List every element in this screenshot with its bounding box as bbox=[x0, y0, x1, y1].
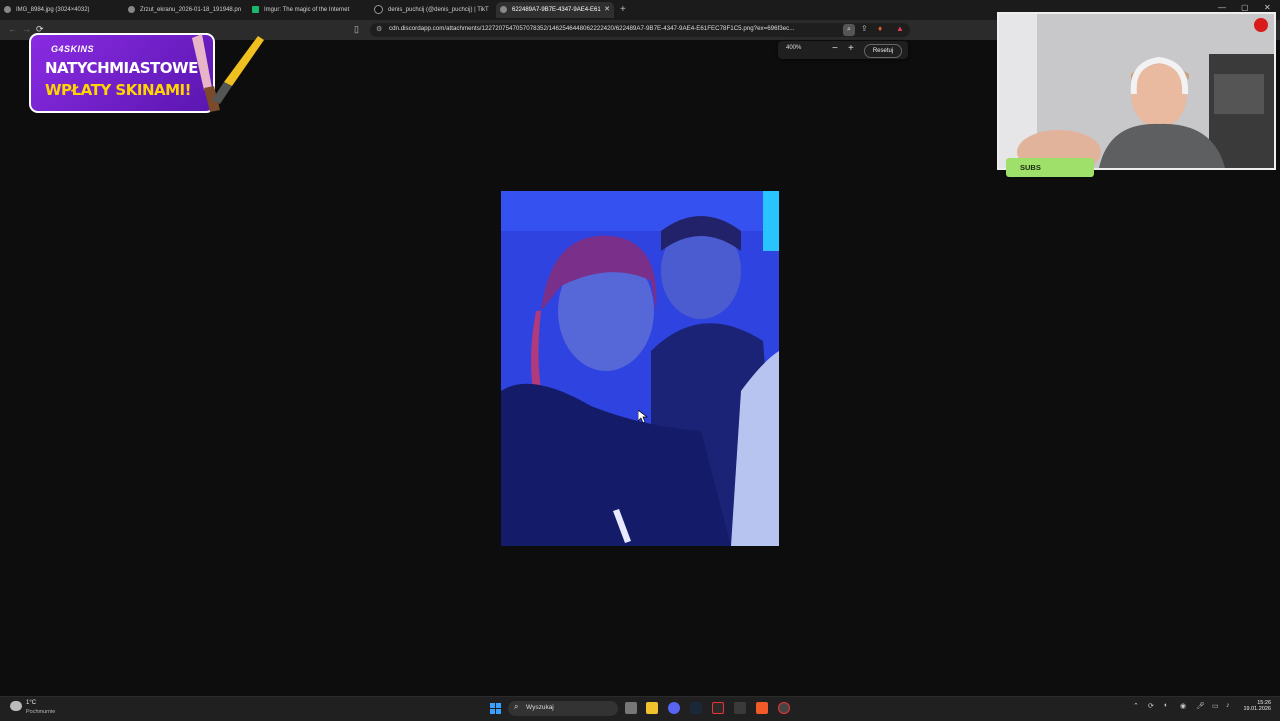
globe-icon bbox=[128, 5, 135, 13]
maximize-icon[interactable]: ▢ bbox=[1241, 3, 1249, 12]
zoom-in-button[interactable]: + bbox=[848, 43, 854, 54]
image-content bbox=[501, 191, 779, 546]
brave-shield-icon[interactable]: ♦ bbox=[878, 24, 882, 33]
globe-icon bbox=[4, 5, 11, 13]
streamer-image bbox=[999, 14, 1274, 168]
settings-icon[interactable] bbox=[778, 702, 790, 714]
start-icon[interactable] bbox=[490, 703, 501, 714]
tab-label: Imgur: The magic of the Internet bbox=[264, 7, 350, 13]
windows-taskbar: 1°C Pochmurnie ⌕ Wyszukaj ⌃ ⟳ ◐ ◉ 🎤︎ ▭ ♪… bbox=[0, 696, 1280, 721]
tab-label: IMG_8984.jpg (3024×4032) bbox=[16, 7, 90, 13]
tab-label: Zrzut_ekranu_2026-01-18_191948.pn bbox=[140, 7, 242, 13]
app-icon[interactable] bbox=[712, 702, 724, 714]
microphone-icon[interactable]: 🎤︎ bbox=[1196, 702, 1205, 710]
tab-tiktok[interactable]: denis_puchcij (@denis_puchcij) | TikT bbox=[374, 2, 490, 18]
tab-zrzut-ekranu[interactable]: Zrzut_ekranu_2026-01-18_191948.pn bbox=[128, 2, 244, 18]
volume-icon[interactable]: ♪ bbox=[1226, 702, 1230, 709]
cloud-icon bbox=[10, 701, 22, 711]
tray-overflow-icon[interactable]: ⌃ bbox=[1133, 702, 1139, 710]
imgur-icon bbox=[252, 5, 259, 13]
brave-browser-icon[interactable] bbox=[756, 702, 768, 714]
zoom-popup: 400% − + Resetuj bbox=[778, 41, 908, 59]
share-icon[interactable]: ⇪ bbox=[861, 24, 868, 33]
brave-rewards-icon[interactable]: ▲ bbox=[896, 24, 904, 33]
viewed-image bbox=[501, 191, 779, 546]
tray-app-icon[interactable]: ◐ bbox=[1164, 702, 1168, 709]
brand-logo: G4SKINS bbox=[51, 44, 95, 54]
xbox-icon[interactable] bbox=[734, 702, 746, 714]
discord-icon[interactable] bbox=[668, 702, 680, 714]
system-clock[interactable]: 15:26 19.01.2026 bbox=[1243, 700, 1271, 712]
banner-line-2: WPŁATY SKINAMI! bbox=[45, 81, 191, 99]
search-icon: ⌕ bbox=[514, 702, 519, 711]
close-window-icon[interactable]: ✕ bbox=[1264, 3, 1271, 12]
steam-tray-icon[interactable]: ◉ bbox=[1180, 702, 1186, 710]
weather-temp: 1°C bbox=[26, 700, 37, 706]
subs-label: SUBS bbox=[1006, 158, 1094, 177]
tab-imgur[interactable]: Imgur: The magic of the Internet bbox=[252, 2, 368, 18]
clock-date: 19.01.2026 bbox=[1243, 706, 1271, 712]
address-bar[interactable]: ⚙ cdn.discordapp.com/attachments/1227207… bbox=[370, 23, 910, 37]
new-tab-button[interactable]: + bbox=[620, 2, 626, 18]
mouse-cursor-icon bbox=[638, 410, 648, 424]
tab-img-8984[interactable]: IMG_8984.jpg (3024×4032) bbox=[4, 2, 122, 18]
task-view-icon[interactable] bbox=[625, 702, 637, 714]
bookmark-icon[interactable]: ▯ bbox=[354, 24, 359, 35]
url-text: cdn.discordapp.com/attachments/122720754… bbox=[389, 25, 795, 32]
back-icon[interactable]: ← bbox=[8, 24, 17, 34]
minimize-icon[interactable]: — bbox=[1218, 3, 1226, 12]
zoom-out-button[interactable]: − bbox=[832, 43, 838, 54]
tab-label: 622489A7-9B7E-4347-9AE4-E61 bbox=[512, 7, 601, 13]
sync-icon[interactable]: ⟳ bbox=[1148, 702, 1154, 710]
zoom-icon[interactable]: ⌕ bbox=[843, 24, 855, 36]
globe-icon bbox=[500, 5, 507, 13]
search-placeholder: Wyszukaj bbox=[526, 704, 554, 711]
webcam-overlay bbox=[997, 12, 1276, 170]
knife-icon bbox=[192, 34, 264, 112]
tiktok-icon bbox=[374, 4, 383, 14]
tab-label: denis_puchcij (@denis_puchcij) | TikT bbox=[388, 7, 489, 13]
banner-line-1: NATYCHMIASTOWE bbox=[45, 59, 198, 77]
tab-discord-image[interactable]: 622489A7-9B7E-4347-9AE4-E61 ✕ bbox=[496, 2, 614, 18]
weather-desc: Pochmurnie bbox=[26, 709, 56, 715]
network-icon[interactable]: ▭ bbox=[1212, 702, 1219, 710]
taskbar-search[interactable]: ⌕ Wyszukaj bbox=[508, 701, 618, 716]
file-explorer-icon[interactable] bbox=[646, 702, 658, 714]
zoom-level: 400% bbox=[786, 45, 802, 51]
site-info-icon[interactable]: ⚙ bbox=[376, 25, 382, 33]
recording-icon bbox=[1254, 18, 1268, 32]
zoom-reset-button[interactable]: Resetuj bbox=[864, 44, 902, 58]
steam-icon[interactable] bbox=[690, 702, 702, 714]
close-tab-icon[interactable]: ✕ bbox=[604, 2, 610, 18]
forward-icon[interactable]: → bbox=[22, 24, 31, 34]
